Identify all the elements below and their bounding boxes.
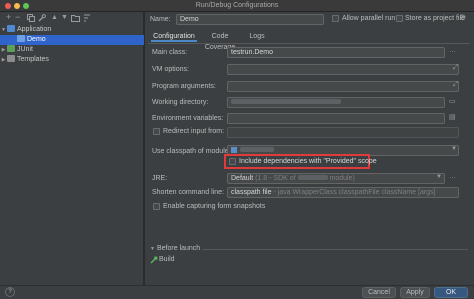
vm-options-field[interactable] [227, 64, 459, 75]
browse-icon[interactable]: … [449, 173, 456, 180]
expand-field-icon[interactable]: ⤢ [453, 64, 459, 72]
collapse-arrow-icon[interactable]: ▶ [0, 55, 7, 65]
expand-field-icon[interactable]: ⤢ [453, 81, 459, 89]
minus-icon[interactable]: − [15, 13, 20, 22]
apply-button[interactable]: Apply [400, 287, 430, 298]
capture-snapshots-checkbox[interactable] [153, 203, 160, 210]
vm-options-label: VM options: [152, 66, 189, 73]
classpath-module-label: Use classpath of module: [152, 148, 231, 155]
redirect-input-checkbox[interactable] [153, 128, 160, 135]
sort-icon[interactable] [83, 14, 91, 25]
environment-variables-field[interactable] [227, 113, 445, 124]
shorten-command-line-label: Shorten command line: [152, 189, 224, 196]
name-label: Name: [150, 16, 171, 23]
folder-icon[interactable]: ▭ [449, 97, 456, 105]
store-project-file-checkbox[interactable] [396, 15, 403, 22]
build-label: Build [159, 256, 175, 263]
main-class-field[interactable]: testrun.Demo [227, 47, 445, 58]
chevron-down-icon[interactable]: ▼ [451, 146, 457, 152]
tab-configuration[interactable]: Configuration [151, 31, 197, 42]
window-title: Run/Debug Configurations [195, 2, 279, 9]
arrow-up-icon[interactable]: ▲ [51, 14, 58, 22]
chevron-down-icon[interactable]: ▼ [436, 174, 442, 180]
environment-variables-label: Environment variables: [152, 115, 224, 122]
redirect-input-label: Redirect input from: [163, 128, 225, 135]
store-project-file-label: Store as project file [405, 15, 465, 22]
working-directory-value [231, 99, 341, 104]
title-bar: Run/Debug Configurations [0, 0, 474, 12]
tree-item-junit[interactable]: ▶ JUnit [0, 45, 144, 55]
application-icon [17, 35, 25, 42]
allow-parallel-label: Allow parallel run [342, 15, 396, 22]
jre-module-name [297, 175, 328, 180]
expand-arrow-icon[interactable]: ▼ [0, 25, 7, 35]
before-launch-toggle[interactable]: ▼ [150, 246, 155, 252]
collapse-arrow-icon[interactable]: ▶ [0, 45, 7, 55]
name-field[interactable]: Demo [176, 14, 324, 25]
application-icon [7, 25, 15, 32]
edit-env-icon[interactable]: ▤ [449, 113, 456, 121]
settings-gear-icon[interactable]: ⚙ [459, 13, 466, 22]
program-arguments-field[interactable] [227, 81, 459, 92]
wrench-icon[interactable] [38, 14, 46, 25]
tree-item-templates[interactable]: ▶ Templates [0, 55, 144, 65]
module-name [240, 147, 274, 152]
working-directory-field[interactable] [227, 97, 445, 108]
before-launch-title: Before launch [157, 245, 201, 252]
before-launch-divider [202, 249, 468, 250]
program-arguments-label: Program arguments: [152, 83, 216, 90]
cancel-button[interactable]: Cancel [362, 287, 396, 298]
wrench-icon [7, 55, 15, 62]
help-button[interactable]: ? [5, 287, 15, 297]
include-provided-checkbox[interactable] [229, 158, 236, 165]
ok-button[interactable]: OK [434, 287, 468, 298]
module-icon [231, 147, 237, 153]
copy-icon[interactable] [27, 14, 35, 25]
tab-logs[interactable]: Logs [246, 31, 268, 42]
tabs-divider [148, 43, 470, 44]
jre-label: JRE: [152, 175, 168, 182]
tree-item-application[interactable]: ▼ Application [0, 25, 144, 35]
working-directory-label: Working directory: [152, 99, 209, 106]
jre-select[interactable]: Default (1.8 - SDK of module) [227, 173, 445, 184]
shorten-command-line-select[interactable]: classpath file - java WrapperClass class… [227, 187, 459, 198]
build-icon [150, 256, 158, 266]
redirect-input-field[interactable] [227, 127, 459, 138]
arrow-down-icon[interactable]: ▼ [61, 14, 68, 22]
tree-item-demo[interactable]: Demo [0, 35, 144, 45]
tab-code-coverage[interactable]: Code Coverage [198, 31, 242, 51]
main-class-label: Main class: [152, 49, 188, 56]
folder-icon[interactable] [71, 14, 80, 25]
allow-parallel-checkbox[interactable] [332, 15, 339, 22]
browse-icon[interactable]: … [449, 47, 456, 54]
capture-snapshots-label: Enable capturing form snapshots [163, 203, 266, 210]
junit-icon [7, 45, 15, 52]
plus-icon[interactable]: + [6, 13, 11, 22]
include-provided-label: Include dependencies with "Provided" sco… [239, 158, 377, 165]
